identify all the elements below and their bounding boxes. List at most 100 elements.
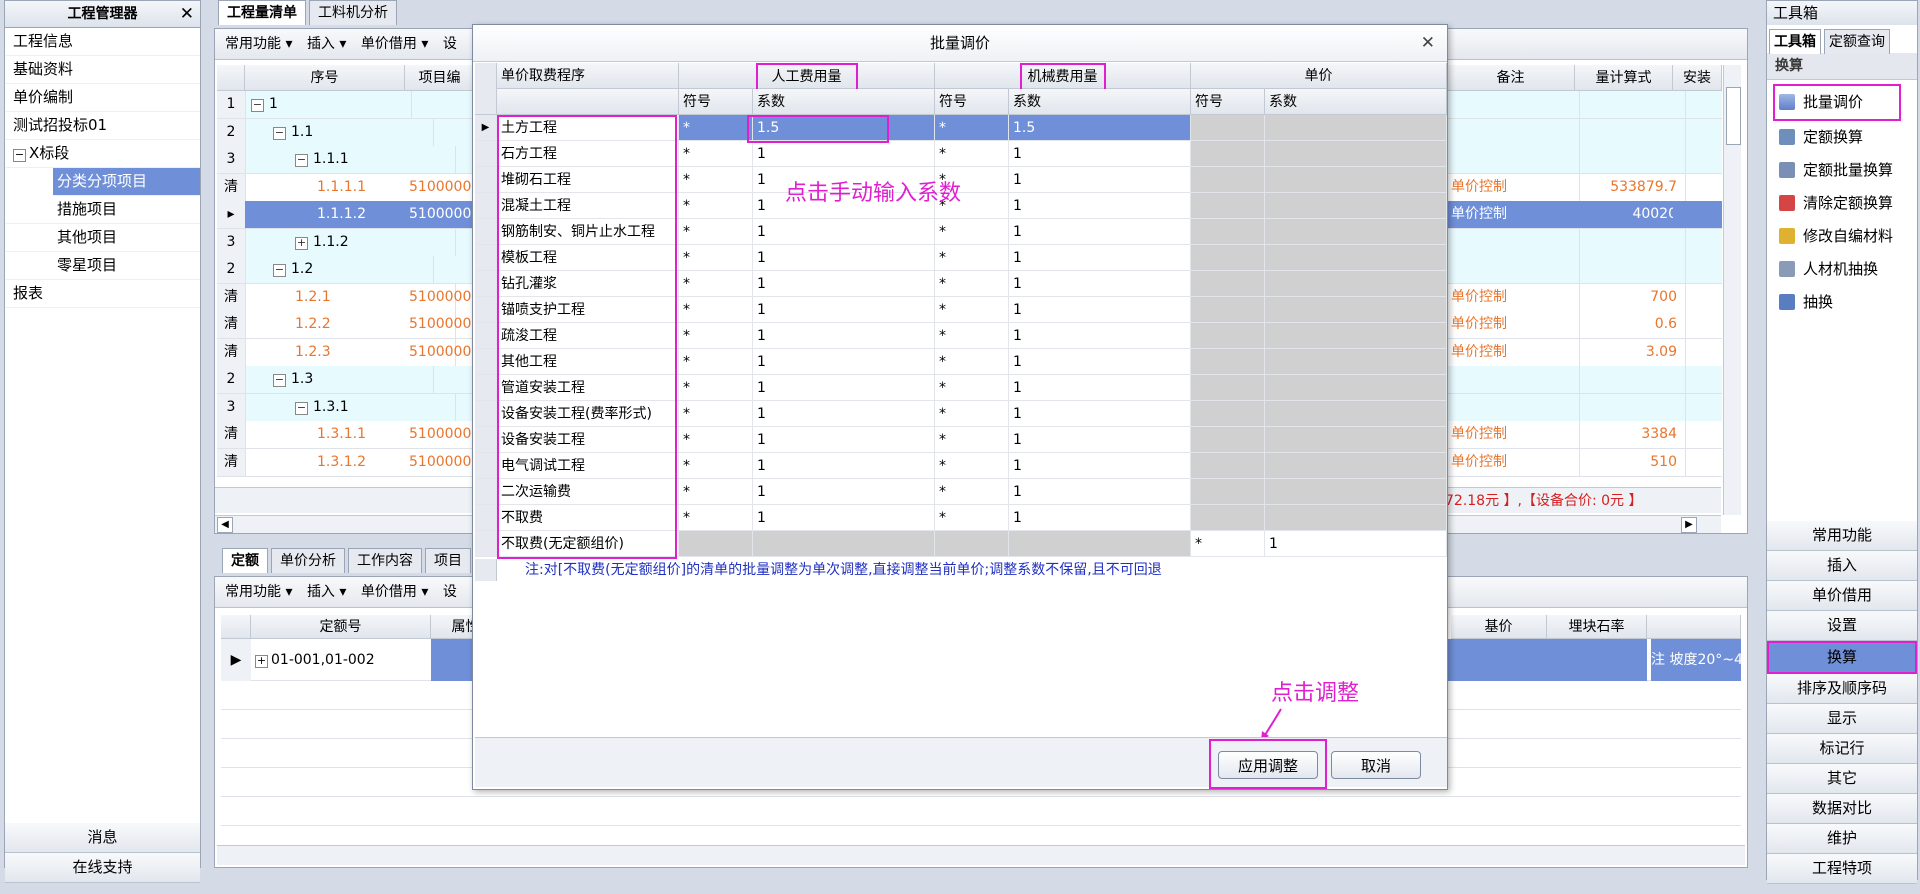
- tree-item-reports[interactable]: 报表: [5, 280, 200, 308]
- row-install[interactable]: [1673, 449, 1722, 476]
- lower-insert-menu[interactable]: 插入 ▾: [307, 584, 346, 600]
- labor-symbol-cell[interactable]: *: [679, 193, 753, 219]
- row-install[interactable]: [1673, 256, 1722, 283]
- row-quantity[interactable]: 40020: [1575, 201, 1686, 228]
- settings-menu[interactable]: 设: [443, 36, 457, 52]
- machine-coef-input[interactable]: 1: [1009, 141, 1191, 167]
- labor-symbol-cell[interactable]: *: [679, 219, 753, 245]
- right-btn-sort[interactable]: 排序及顺序码: [1767, 674, 1917, 704]
- tree-item-basic-data[interactable]: 基础资料: [5, 56, 200, 84]
- close-icon[interactable]: ✕: [180, 1, 194, 27]
- collapse-icon[interactable]: +: [295, 236, 308, 250]
- labor-symbol-cell[interactable]: *: [679, 297, 753, 323]
- messages-button[interactable]: 消息: [5, 823, 200, 853]
- unit-symbol-cell[interactable]: *: [1191, 531, 1265, 557]
- row-note[interactable]: [1447, 146, 1580, 173]
- machine-coef-input[interactable]: 1: [1009, 245, 1191, 271]
- labor-coef-input[interactable]: 1: [753, 349, 935, 375]
- tab-material-analysis[interactable]: 工料机分析: [309, 0, 397, 25]
- tree-item-unit-price[interactable]: 单价编制: [5, 84, 200, 112]
- row-code[interactable]: [405, 228, 480, 256]
- procedure-name[interactable]: 设备安装工程(费率形式): [497, 401, 679, 427]
- labor-symbol-cell[interactable]: *: [679, 427, 753, 453]
- row-code[interactable]: 5100000: [405, 173, 480, 201]
- procedure-name[interactable]: 二次运输费: [497, 479, 679, 505]
- row-note[interactable]: 单价控制: [1447, 201, 1580, 228]
- common-functions-menu[interactable]: 常用功能 ▾: [225, 36, 292, 52]
- procedure-name[interactable]: 电气调试工程: [497, 453, 679, 479]
- tab-unit-price-analysis[interactable]: 单价分析: [271, 548, 345, 573]
- row-quantity[interactable]: [1575, 393, 1686, 421]
- machine-coef-input[interactable]: 1: [1009, 505, 1191, 531]
- row-quantity[interactable]: 700: [1575, 283, 1686, 311]
- procedure-name[interactable]: 模板工程: [497, 245, 679, 271]
- row-install[interactable]: [1673, 339, 1722, 366]
- labor-coef-input[interactable]: 1: [753, 323, 935, 349]
- labor-coef-input[interactable]: 1.5: [753, 115, 935, 141]
- tool-quota-conversion[interactable]: 定额换算: [1767, 121, 1917, 154]
- row-note[interactable]: 单价控制: [1447, 448, 1580, 476]
- collapse-icon[interactable]: −: [273, 126, 286, 140]
- right-btn-conversion[interactable]: 换算: [1767, 641, 1917, 674]
- right-btn-settings[interactable]: 设置: [1767, 611, 1917, 641]
- tab-work-content[interactable]: 工作内容: [348, 548, 422, 573]
- labor-symbol-cell[interactable]: *: [679, 479, 753, 505]
- row-note[interactable]: [1447, 393, 1580, 421]
- procedure-name[interactable]: 土方工程: [497, 115, 679, 141]
- machine-symbol-cell[interactable]: *: [935, 479, 1009, 505]
- labor-coef-input[interactable]: 1: [753, 427, 935, 453]
- tree-item-classified[interactable]: 分类分项项目: [53, 168, 200, 196]
- tab-project[interactable]: 项目: [425, 548, 471, 573]
- labor-symbol-cell[interactable]: *: [679, 245, 753, 271]
- row-quantity[interactable]: [1575, 256, 1686, 283]
- row-code[interactable]: [405, 393, 480, 421]
- expand-icon[interactable]: +: [255, 655, 268, 668]
- row-install[interactable]: [1673, 119, 1722, 146]
- machine-coef-input[interactable]: 1: [1009, 427, 1191, 453]
- procedure-name[interactable]: 管道安装工程: [497, 375, 679, 401]
- online-support-button[interactable]: 在线支持: [5, 853, 200, 883]
- tab-quota-query[interactable]: 定额查询: [1824, 29, 1890, 54]
- row-install[interactable]: [1673, 421, 1722, 448]
- row-note[interactable]: [1447, 256, 1580, 283]
- labor-symbol-cell[interactable]: *: [679, 349, 753, 375]
- labor-symbol-cell[interactable]: *: [679, 505, 753, 531]
- machine-coef-input[interactable]: 1: [1009, 401, 1191, 427]
- labor-coef-input[interactable]: 1: [753, 375, 935, 401]
- machine-coef-input[interactable]: 1.5: [1009, 115, 1191, 141]
- right-btn-borrow[interactable]: 单价借用: [1767, 581, 1917, 611]
- labor-coef-input[interactable]: 1: [753, 219, 935, 245]
- row-quantity[interactable]: 3.09: [1575, 338, 1686, 366]
- procedure-name[interactable]: 钢筋制安、铜片止水工程: [497, 219, 679, 245]
- procedure-name[interactable]: 其他工程: [497, 349, 679, 375]
- row-install[interactable]: [1673, 284, 1722, 311]
- collapse-icon[interactable]: −: [273, 264, 286, 277]
- row-quantity[interactable]: 533879.7: [1575, 173, 1686, 201]
- machine-symbol-cell[interactable]: *: [935, 453, 1009, 479]
- collapse-icon[interactable]: −: [295, 401, 308, 415]
- machine-coef-input[interactable]: 1: [1009, 479, 1191, 505]
- row-code[interactable]: 5100000: [405, 283, 480, 311]
- row-quantity[interactable]: [1575, 228, 1686, 256]
- tree-item-project-info[interactable]: 工程信息: [5, 28, 200, 56]
- row-quantity[interactable]: 0.6: [1575, 311, 1686, 338]
- procedure-name[interactable]: 锚喷支护工程: [497, 297, 679, 323]
- cancel-button[interactable]: 取消: [1331, 751, 1421, 779]
- tab-quota[interactable]: 定额: [222, 548, 268, 573]
- tool-resource-swap[interactable]: 人材机抽换: [1767, 253, 1917, 286]
- machine-symbol-cell[interactable]: *: [935, 271, 1009, 297]
- tree-item-measures[interactable]: 措施项目: [5, 196, 200, 224]
- row-note[interactable]: [1447, 91, 1580, 118]
- machine-coef-input[interactable]: 1: [1009, 167, 1191, 193]
- row-note[interactable]: [1447, 228, 1580, 256]
- row-install[interactable]: [1673, 201, 1722, 228]
- labor-symbol-cell[interactable]: *: [679, 115, 753, 141]
- row-code[interactable]: 5100000: [405, 201, 480, 228]
- tree-item-test-bid[interactable]: 测试招投标01: [5, 112, 200, 140]
- row-code[interactable]: 5100000: [405, 338, 480, 366]
- right-btn-special[interactable]: 工程特项: [1767, 854, 1917, 884]
- row-code[interactable]: [405, 366, 480, 393]
- tool-batch-price-adjust[interactable]: 批量调价: [1773, 84, 1901, 121]
- tree-item-x-section[interactable]: − X标段: [5, 140, 200, 168]
- lower-common-functions-menu[interactable]: 常用功能 ▾: [225, 584, 292, 600]
